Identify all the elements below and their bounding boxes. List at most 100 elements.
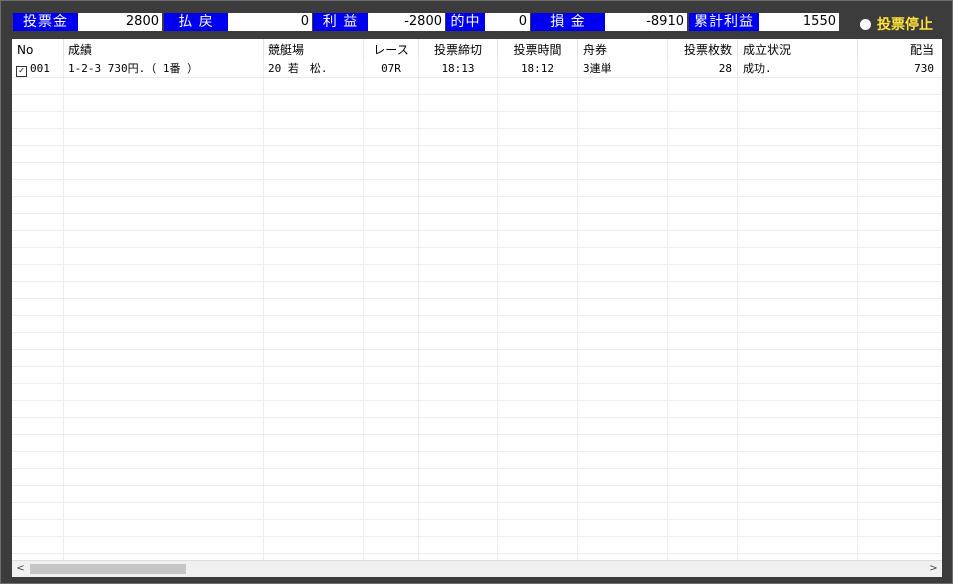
- empty-cell: [738, 231, 858, 248]
- empty-row[interactable]: [12, 486, 942, 503]
- empty-row[interactable]: [12, 214, 942, 231]
- empty-cell: [578, 469, 668, 486]
- empty-row[interactable]: [12, 95, 942, 112]
- empty-cell: [668, 435, 738, 452]
- empty-row[interactable]: [12, 248, 942, 265]
- empty-cell: [858, 231, 942, 248]
- empty-cell: [858, 435, 942, 452]
- row-venue: 20 若 松.: [264, 61, 364, 78]
- table-row[interactable]: ✓ 001 1-2-3 730円.（ 1番 ） 20 若 松. 07R 18:13…: [12, 61, 942, 78]
- empty-row[interactable]: [12, 469, 942, 486]
- scroll-left-icon[interactable]: <: [12, 561, 29, 577]
- empty-row[interactable]: [12, 316, 942, 333]
- empty-cell: [578, 146, 668, 163]
- empty-cell: [364, 452, 419, 469]
- column-header-status[interactable]: 成立状況: [738, 39, 858, 61]
- empty-row[interactable]: [12, 180, 942, 197]
- empty-cell: [419, 299, 498, 316]
- column-header-result[interactable]: 成績: [64, 39, 264, 61]
- empty-cell: [264, 537, 364, 554]
- empty-cell: [12, 248, 64, 265]
- empty-cell: [498, 248, 578, 265]
- empty-cell: [498, 503, 578, 520]
- empty-row[interactable]: [12, 435, 942, 452]
- empty-row[interactable]: [12, 350, 942, 367]
- empty-cell: [64, 214, 264, 231]
- row-checkbox[interactable]: ✓: [16, 66, 27, 77]
- empty-cell: [64, 384, 264, 401]
- empty-row[interactable]: [12, 367, 942, 384]
- empty-row[interactable]: [12, 231, 942, 248]
- empty-cell: [498, 469, 578, 486]
- empty-row[interactable]: [12, 265, 942, 282]
- column-header-deadline[interactable]: 投票締切: [419, 39, 498, 61]
- row-result: 1-2-3 730円.（ 1番 ）: [64, 61, 264, 78]
- empty-cell: [738, 333, 858, 350]
- empty-cell: [12, 401, 64, 418]
- empty-row[interactable]: [12, 282, 942, 299]
- hits-label: 的中: [446, 13, 485, 31]
- scrollbar-thumb[interactable]: [30, 564, 186, 574]
- empty-cell: [264, 435, 364, 452]
- empty-row[interactable]: [12, 384, 942, 401]
- empty-cell: [364, 112, 419, 129]
- empty-cell: [578, 129, 668, 146]
- column-header-payout[interactable]: 配当: [858, 39, 942, 61]
- empty-row[interactable]: [12, 112, 942, 129]
- empty-cell: [264, 486, 364, 503]
- empty-row[interactable]: [12, 197, 942, 214]
- column-header-no[interactable]: No: [12, 39, 64, 61]
- empty-cell: [578, 265, 668, 282]
- empty-cell: [64, 333, 264, 350]
- empty-cell: [264, 180, 364, 197]
- column-header-bet-time[interactable]: 投票時間: [498, 39, 578, 61]
- empty-cell: [64, 503, 264, 520]
- empty-cell: [419, 282, 498, 299]
- empty-row[interactable]: [12, 418, 942, 435]
- voting-stop-indicator[interactable]: 投票停止: [860, 15, 933, 33]
- empty-cell: [64, 231, 264, 248]
- empty-cell: [578, 486, 668, 503]
- row-no-cell[interactable]: ✓ 001: [12, 61, 64, 78]
- loss-value: -8910: [605, 13, 687, 31]
- empty-row[interactable]: [12, 537, 942, 554]
- empty-cell: [419, 486, 498, 503]
- column-header-ticket-count[interactable]: 投票枚数: [668, 39, 738, 61]
- column-header-ticket-type[interactable]: 舟券: [578, 39, 668, 61]
- empty-cell: [364, 418, 419, 435]
- empty-cell: [858, 282, 942, 299]
- empty-cell: [858, 248, 942, 265]
- empty-row[interactable]: [12, 401, 942, 418]
- empty-cell: [264, 214, 364, 231]
- row-status: 成功.: [738, 61, 858, 78]
- empty-cell: [498, 163, 578, 180]
- empty-cell: [858, 129, 942, 146]
- empty-cell: [419, 384, 498, 401]
- horizontal-scrollbar[interactable]: < >: [12, 560, 942, 577]
- empty-cell: [64, 316, 264, 333]
- status-dot-icon: [860, 18, 871, 30]
- empty-row[interactable]: [12, 78, 942, 95]
- empty-row[interactable]: [12, 163, 942, 180]
- empty-row[interactable]: [12, 146, 942, 163]
- empty-row[interactable]: [12, 129, 942, 146]
- empty-cell: [578, 537, 668, 554]
- empty-cell: [364, 282, 419, 299]
- empty-row[interactable]: [12, 333, 942, 350]
- empty-cell: [578, 214, 668, 231]
- empty-cell: [364, 214, 419, 231]
- column-header-race[interactable]: レース: [364, 39, 419, 61]
- empty-cell: [858, 367, 942, 384]
- empty-row[interactable]: [12, 299, 942, 316]
- results-grid[interactable]: No 成績 競艇場 レース 投票締切 投票時間 舟券 投票枚数 成立状況 配当 …: [12, 39, 942, 577]
- empty-row[interactable]: [12, 520, 942, 537]
- scroll-right-icon[interactable]: >: [925, 561, 942, 577]
- empty-cell: [738, 146, 858, 163]
- empty-cell: [498, 146, 578, 163]
- profit-label: 利 益: [313, 13, 368, 31]
- empty-row[interactable]: [12, 452, 942, 469]
- empty-cell: [264, 452, 364, 469]
- empty-row[interactable]: [12, 503, 942, 520]
- empty-cell: [578, 503, 668, 520]
- column-header-venue[interactable]: 競艇場: [264, 39, 364, 61]
